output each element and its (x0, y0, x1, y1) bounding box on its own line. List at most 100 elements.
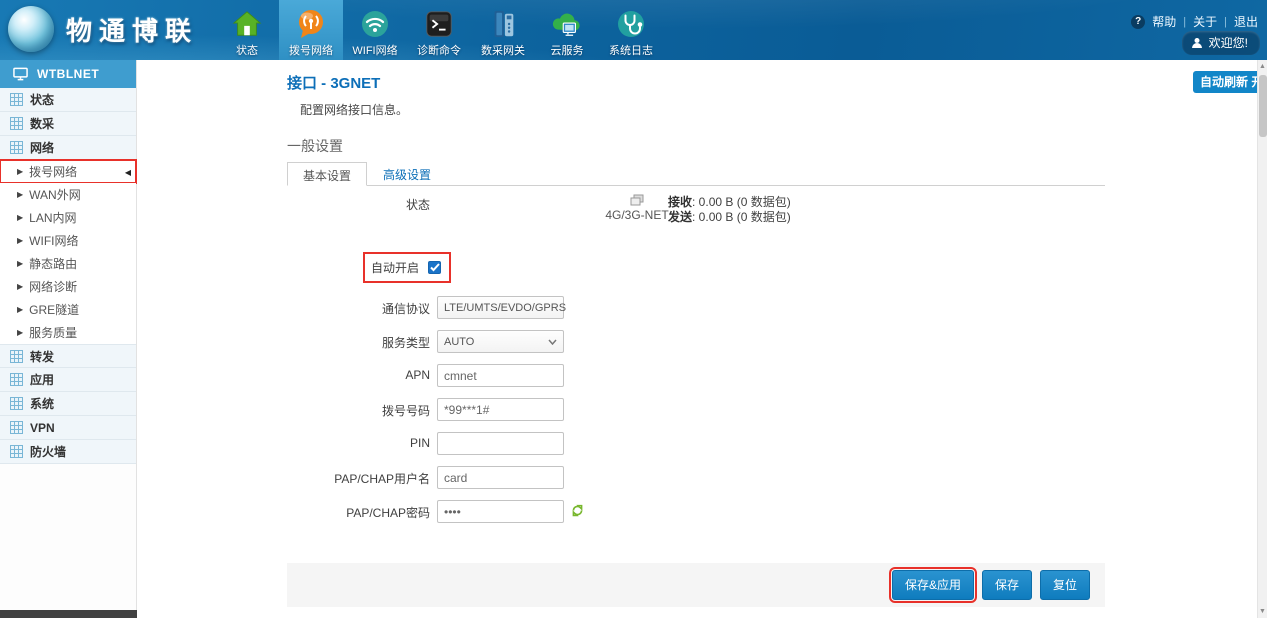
sidebar-item-gre-tunnel[interactable]: ▶ GRE隧道 (0, 298, 136, 321)
apn-field[interactable] (437, 364, 564, 387)
field-label: APN (287, 368, 430, 382)
auto-refresh-toggle[interactable]: 自动刷新 开 (1193, 71, 1267, 93)
scroll-up-icon[interactable]: ▲ (1258, 63, 1267, 70)
pap-chap-username-field[interactable] (437, 466, 564, 489)
sidebar-item-dialup-network[interactable]: ▶ 拨号网络 ◀ (0, 160, 136, 183)
field-label: PAP/CHAP密码 (287, 504, 430, 521)
tab-basic-settings[interactable]: 基本设置 (287, 162, 367, 186)
page-title: 接口 - 3GNET (287, 72, 380, 93)
sidebar-item-label: 系统 (30, 395, 54, 412)
sidebar-item-status[interactable]: 状态 (0, 88, 136, 112)
save-button[interactable]: 保存 (982, 570, 1032, 600)
sidebar-item-network[interactable]: 网络 (0, 136, 136, 160)
sidebar-item-label: 数采 (30, 115, 54, 132)
service-type-select[interactable]: AUTO (437, 330, 564, 353)
scroll-down-icon[interactable]: ▼ (1258, 608, 1267, 615)
sidebar-item-static-route[interactable]: ▶ 静态路由 (0, 252, 136, 275)
home-icon (230, 7, 264, 41)
pap-chap-password-field[interactable] (437, 500, 564, 523)
sidebar-item-lan[interactable]: ▶ LAN内网 (0, 206, 136, 229)
divider: | (1224, 16, 1227, 28)
sidebar-header: WTBLNET (0, 60, 136, 88)
topbar: 物通博联 状态 拨号网络 WIFI网络 (0, 0, 1267, 60)
rx-line: 接收: 0.00 B (0 数据包) (668, 195, 791, 210)
refresh-icon[interactable] (571, 504, 584, 522)
help-link[interactable]: 帮助 (1152, 13, 1176, 30)
arrow-right-icon: ▶ (17, 167, 23, 176)
protocol-select[interactable]: LTE/UMTS/EVDO/GPRS (437, 296, 564, 319)
nav-item-cloud-service[interactable]: 云服务 (535, 0, 599, 60)
pin-field[interactable] (437, 432, 564, 455)
nav-item-diagnostics[interactable]: 诊断命令 (407, 0, 471, 60)
auto-start-checkbox[interactable] (428, 261, 441, 274)
main-nav: 状态 拨号网络 WIFI网络 诊断命令 (215, 0, 663, 60)
chevron-down-icon (548, 339, 557, 345)
nav-label: 拨号网络 (289, 42, 333, 58)
nav-item-dialup-network[interactable]: 拨号网络 (279, 0, 343, 60)
sidebar-item-data-acquisition[interactable]: 数采 (0, 112, 136, 136)
user-icon (1191, 37, 1203, 49)
sidebar-item-label: 状态 (30, 91, 54, 108)
save-apply-button[interactable]: 保存&应用 (892, 570, 974, 600)
welcome-badge[interactable]: 欢迎您! (1182, 31, 1260, 55)
grid-icon (10, 373, 23, 386)
cloud-icon (550, 7, 584, 41)
help-icon[interactable]: ? (1131, 15, 1145, 29)
page-subtitle: 配置网络接口信息。 (300, 101, 408, 118)
sidebar-item-label: GRE隧道 (29, 301, 79, 318)
nav-label: 系统日志 (609, 42, 653, 58)
protocol-select-wrap: LTE/UMTS/EVDO/GPRS (437, 296, 564, 319)
dial-number-field[interactable] (437, 398, 564, 421)
select-value: LTE/UMTS/EVDO/GPRS (444, 302, 566, 314)
password-field-wrap (437, 500, 564, 523)
top-links: ? 帮助 | 关于 | 退出 (1131, 13, 1258, 30)
pin-field-wrap (437, 432, 564, 455)
tab-advanced-settings[interactable]: 高级设置 (367, 162, 447, 186)
arrow-right-icon: ▶ (17, 305, 23, 314)
sidebar-item-label: 拨号网络 (29, 163, 77, 180)
logout-link[interactable]: 退出 (1234, 13, 1258, 30)
field-label: 拨号号码 (287, 402, 430, 419)
sidebar-item-label: 防火墙 (30, 443, 66, 460)
sidebar-item-wifi[interactable]: ▶ WIFI网络 (0, 229, 136, 252)
rx-label: 接收 (668, 195, 692, 209)
sidebar-item-network-diagnostics[interactable]: ▶ 网络诊断 (0, 275, 136, 298)
form-footer: 保存&应用 保存 复位 (287, 563, 1105, 607)
auto-start-group: 自动开启 (365, 254, 449, 281)
divider: | (1183, 16, 1186, 28)
sidebar-item-label: 服务质量 (29, 324, 77, 341)
about-link[interactable]: 关于 (1193, 13, 1217, 30)
reset-button[interactable]: 复位 (1040, 570, 1090, 600)
dialup-icon (294, 7, 328, 41)
sidebar-item-label: 网络诊断 (29, 278, 77, 295)
section-title: 一般设置 (287, 136, 343, 156)
nav-item-data-gateway[interactable]: 数采网关 (471, 0, 535, 60)
sidebar-item-label: WIFI网络 (29, 232, 78, 249)
sidebar-item-label: VPN (30, 421, 55, 435)
grid-icon (10, 350, 23, 363)
sidebar-item-wan[interactable]: ▶ WAN外网 (0, 183, 136, 206)
nav-label: 诊断命令 (417, 42, 461, 58)
sidebar-item-forwarding[interactable]: 转发 (0, 344, 136, 368)
sidebar-item-qos[interactable]: ▶ 服务质量 (0, 321, 136, 344)
grid-icon (10, 141, 23, 154)
dial-number-field-wrap (437, 398, 564, 421)
nav-item-system-log[interactable]: 系统日志 (599, 0, 663, 60)
apn-field-wrap (437, 364, 564, 387)
sidebar-item-system[interactable]: 系统 (0, 392, 136, 416)
tx-label: 发送 (668, 210, 692, 224)
sidebar-item-firewall[interactable]: 防火墙 (0, 440, 136, 464)
tx-line: 发送: 0.00 B (0 数据包) (668, 210, 791, 225)
username-field-wrap (437, 466, 564, 489)
main-content: 自动刷新 开 接口 - 3GNET 配置网络接口信息。 一般设置 基本设置 高级… (137, 60, 1257, 618)
sidebar-item-applications[interactable]: 应用 (0, 368, 136, 392)
nav-label: WIFI网络 (352, 42, 397, 58)
scrollbar-thumb[interactable] (1259, 75, 1267, 137)
page-scrollbar[interactable]: ▲ ▼ (1257, 60, 1267, 618)
nav-item-wifi-network[interactable]: WIFI网络 (343, 0, 407, 60)
globe-logo-icon (8, 6, 54, 52)
nav-item-status[interactable]: 状态 (215, 0, 279, 60)
rx-value: : 0.00 B (0 数据包) (692, 195, 791, 209)
sidebar-item-vpn[interactable]: VPN (0, 416, 136, 440)
router-admin-page: 物通博联 状态 拨号网络 WIFI网络 (0, 0, 1267, 618)
